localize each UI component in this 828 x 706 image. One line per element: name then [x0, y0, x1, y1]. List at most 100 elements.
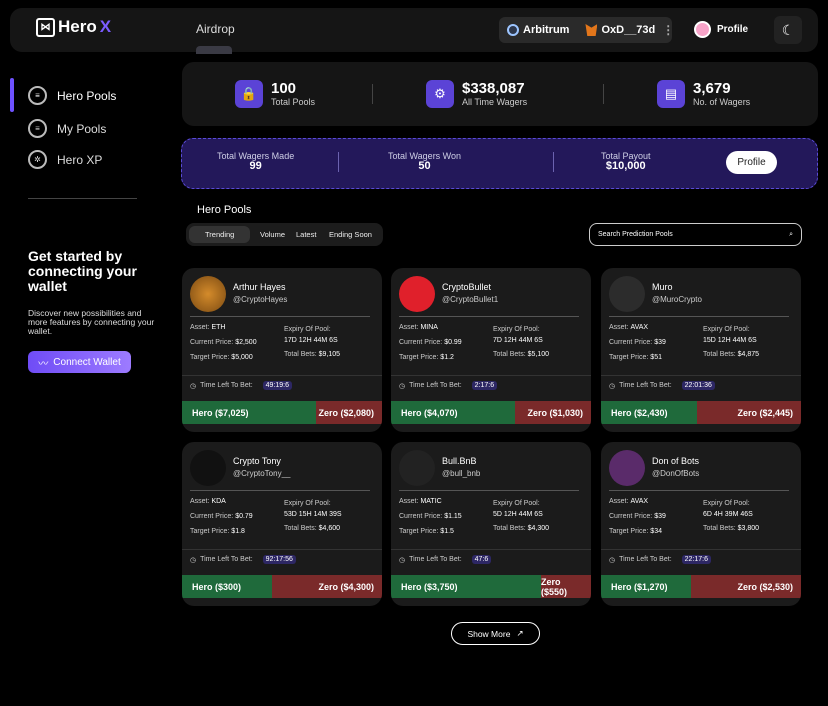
divider [553, 152, 554, 172]
zero-bet-button[interactable]: Zero ($2,530) [691, 575, 801, 598]
avatar [609, 450, 645, 486]
nav-airdrop[interactable]: Airdrop [196, 22, 235, 36]
zero-bet-button[interactable]: Zero ($2,445) [697, 401, 801, 424]
zero-bet-button[interactable]: Zero ($4,300) [272, 575, 382, 598]
search-icon: ⌕ [789, 230, 793, 238]
asset-value: KDA [211, 498, 226, 505]
total-bets: Total Bets: $3,800 [703, 525, 759, 532]
avatar [694, 21, 711, 38]
sidebar-item-hero-pools[interactable]: ≡ Hero Pools [28, 86, 116, 105]
zero-bet-button[interactable]: Zero ($1,030) [515, 401, 591, 424]
time-left-value: 2:17:6 [471, 381, 498, 390]
show-more-button[interactable]: Show More ↗ [451, 622, 540, 645]
airdrop-tab-indicator [196, 46, 232, 54]
total-bets-value: $3,800 [737, 525, 760, 532]
time-left-label: Time Left To Bet: [409, 382, 462, 389]
network-selector[interactable]: Arbitrum [499, 24, 577, 36]
network-label: Arbitrum [523, 24, 570, 36]
zero-bet-label: Zero ($2,445) [737, 407, 793, 418]
asset-row: Asset: AVAX [609, 322, 648, 334]
asset-label: Asset: [190, 324, 210, 331]
time-left: ◷ Time Left To Bet: 92:17:56 [190, 555, 296, 564]
time-left: ◷ Time Left To Bet: 2:17:6 [399, 381, 498, 390]
current-price-label: Current Price: [190, 513, 234, 520]
pool-card[interactable]: Don of Bots @DonOfBots Asset: AVAX Curren… [601, 442, 801, 606]
target-price-row: Target Price: $1.8 [190, 526, 245, 538]
connect-wallet-button[interactable]: 〰 Connect Wallet [28, 351, 131, 373]
time-left-value: 49:19:6 [262, 381, 292, 390]
target-price-label: Target Price: [609, 354, 649, 361]
pool-card[interactable]: Crypto Tony @CryptoTony__ Asset: KDA Curr… [182, 442, 382, 606]
pool-card[interactable]: Arthur Hayes @CryptoHayes Asset: ETH Curr… [182, 268, 382, 432]
profile-link[interactable]: Profile [694, 21, 748, 38]
banner-wagers-won: Total Wagers Won 50 [388, 151, 461, 172]
tab-trending[interactable]: Trending [205, 230, 234, 239]
target-price-row: Target Price: $5,000 [190, 352, 253, 364]
time-left-value: 92:17:56 [262, 555, 296, 564]
hero-bet-button[interactable]: Hero ($7,025) [182, 401, 316, 424]
hero-bet-button[interactable]: Hero ($4,070) [391, 401, 515, 424]
coins-icon: ≡ [28, 119, 47, 138]
tab-volume[interactable]: Volume [260, 230, 285, 239]
clock-icon: ◷ [190, 556, 197, 564]
ticket-icon: ▤ [657, 80, 685, 108]
metamask-icon [585, 24, 598, 36]
time-left-label: Time Left To Bet: [200, 382, 253, 389]
hero-bet-label: Hero ($3,750) [401, 581, 458, 592]
zero-bet-button[interactable]: Zero ($2,080) [316, 401, 382, 424]
current-price-label: Current Price: [399, 339, 443, 346]
current-price-label: Current Price: [609, 339, 653, 346]
more-icon[interactable]: ⋮ [659, 23, 674, 37]
tab-ending-soon[interactable]: Ending Soon [329, 230, 372, 239]
hero-bet-label: Hero ($2,430) [611, 407, 668, 418]
zero-bet-label: Zero ($4,300) [318, 581, 374, 592]
banner-wagers-made: Total Wagers Made 99 [217, 151, 294, 172]
hero-bet-label: Hero ($7,025) [192, 407, 249, 418]
pool-card[interactable]: CryptoBullet @CryptoBullet1 Asset: MINA C… [391, 268, 591, 432]
profile-label: Profile [717, 24, 749, 35]
sidebar-item-label: Hero XP [57, 152, 103, 167]
target-price-label: Target Price: [190, 528, 230, 535]
zero-bet-button[interactable]: Zero ($550) [541, 575, 591, 598]
total-bets: Total Bets: $4,600 [284, 525, 340, 532]
hero-bet-button[interactable]: Hero ($300) [182, 575, 272, 598]
search-input[interactable]: Search Prediction Pools ⌕ [589, 223, 802, 246]
total-bets: Total Bets: $5,100 [493, 351, 549, 358]
expiry-value: 7D 12H 44M 6S [493, 337, 543, 344]
profile-button[interactable]: Profile [726, 151, 777, 174]
logo[interactable]: ⋈ Hero X [36, 17, 111, 37]
time-left-value: 22:17:6 [681, 555, 711, 564]
asset-row: Asset: AVAX [609, 496, 648, 508]
total-bets-label: Total Bets: [493, 525, 526, 532]
wallet-selector[interactable]: OxD__73d ⋮ [577, 23, 682, 37]
bet-split-bar: Hero ($4,070) Zero ($1,030) [391, 401, 591, 424]
divider [190, 316, 370, 317]
bet-split-bar: Hero ($1,270) Zero ($2,530) [601, 575, 801, 598]
hero-bet-button[interactable]: Hero ($2,430) [601, 401, 697, 424]
pool-card[interactable]: Bull.BnB @bull_bnb Asset: MATIC Current P… [391, 442, 591, 606]
expiry-label: Expiry Of Pool: [493, 500, 540, 507]
sidebar-item-hero-xp[interactable]: ✲ Hero XP [28, 150, 102, 169]
pool-card[interactable]: Muro @MuroCrypto Asset: AVAX Current Pric… [601, 268, 801, 432]
stat-no-of-wagers: ▤ 3,679 No. of Wagers [657, 80, 750, 108]
arbitrum-icon [507, 24, 519, 36]
asset-value: AVAX [630, 498, 649, 505]
banner-total-payout: Total Payout $10,000 [601, 151, 651, 172]
hero-bet-button[interactable]: Hero ($1,270) [601, 575, 691, 598]
clock-icon: ◷ [190, 382, 197, 390]
clock-icon: ◷ [609, 382, 616, 390]
asset-row: Asset: MATIC [399, 496, 442, 508]
wallet-address: OxD__73d [601, 24, 656, 36]
divider [190, 490, 370, 491]
hero-bet-button[interactable]: Hero ($3,750) [391, 575, 541, 598]
expiry-label: Expiry Of Pool: [284, 326, 331, 333]
pool-creator-name: Arthur Hayes [233, 282, 286, 292]
sidebar-item-my-pools[interactable]: ≡ My Pools [28, 119, 106, 138]
current-price-label: Current Price: [609, 513, 653, 520]
wager-icon: ⚙ [426, 80, 454, 108]
total-bets-value: $4,600 [318, 525, 341, 532]
connect-label: Connect Wallet [53, 356, 121, 368]
tab-latest[interactable]: Latest [296, 230, 316, 239]
expiry-value: 15D 12H 44M 6S [703, 337, 757, 344]
dark-mode-toggle[interactable]: ☾ [774, 16, 802, 44]
